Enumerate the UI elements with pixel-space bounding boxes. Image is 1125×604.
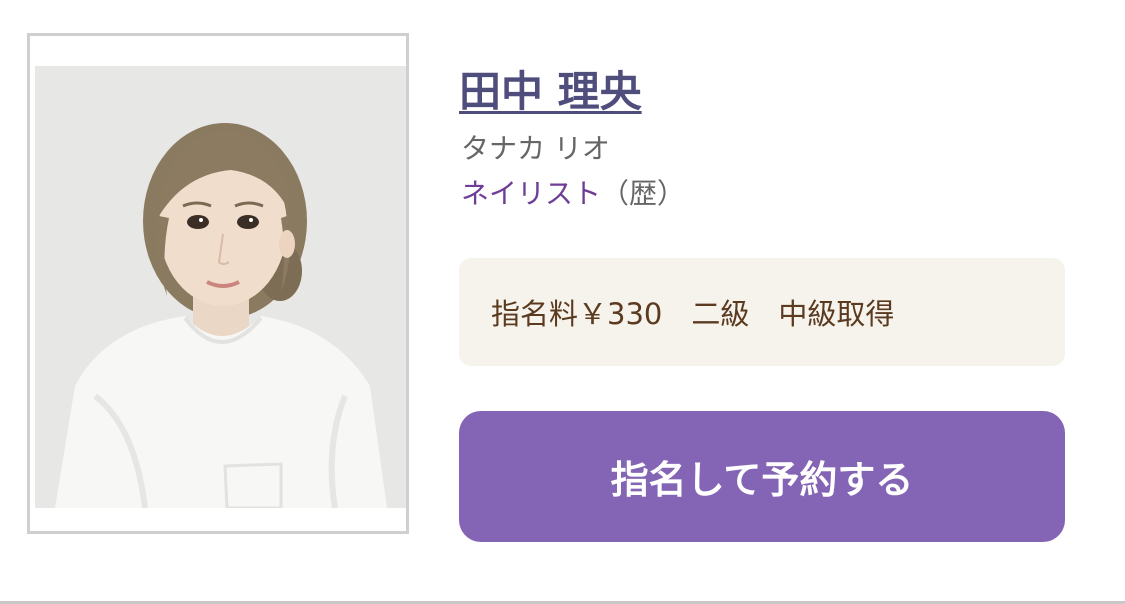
reserve-with-staff-button[interactable]: 指名して予約する bbox=[459, 411, 1065, 542]
staff-role-line: ネイリスト（歴） bbox=[461, 172, 685, 212]
staff-name-link[interactable]: 田中 理央 bbox=[459, 58, 642, 119]
staff-role: ネイリスト bbox=[461, 177, 602, 210]
staff-card: 田中 理央 タナカ リオ ネイリスト（歴） 指名料￥330 二級 中級取得 指名… bbox=[0, 0, 1125, 604]
nomination-fee-info: 指名料￥330 二級 中級取得 bbox=[491, 297, 895, 331]
staff-photo[interactable] bbox=[35, 66, 406, 508]
staff-photo-frame[interactable] bbox=[27, 33, 409, 534]
staff-info-box: 指名料￥330 二級 中級取得 bbox=[459, 258, 1065, 366]
staff-role-note: （歴） bbox=[601, 177, 686, 210]
staff-name-kana: タナカ リオ bbox=[461, 132, 610, 165]
